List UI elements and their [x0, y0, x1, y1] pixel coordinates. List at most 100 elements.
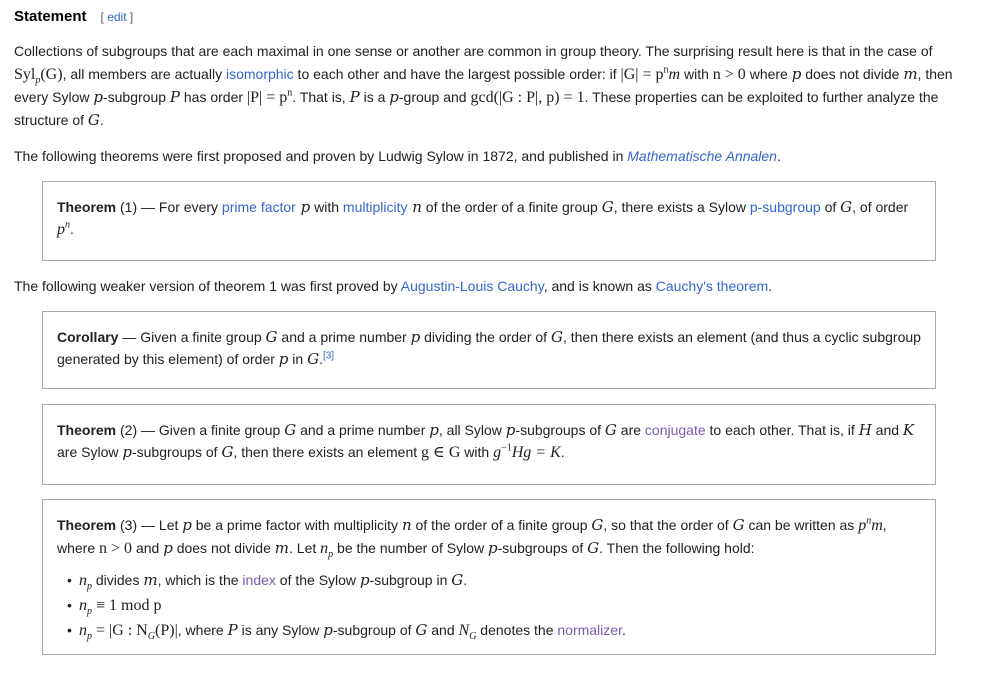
link-p-subgroup[interactable]: p-subgroup	[750, 199, 821, 215]
text: , all Sylow	[438, 422, 506, 438]
text: -group and	[398, 89, 471, 105]
var-p: p	[791, 65, 802, 83]
text: , which is the	[157, 572, 243, 588]
var-G: G	[732, 516, 745, 534]
theorem-label: Theorem	[57, 199, 117, 215]
var-m: m	[274, 539, 290, 557]
theorem-2-text: Theorem (2) — Given a finite group G and…	[57, 419, 921, 464]
var-G: G	[451, 571, 464, 589]
text: where	[745, 66, 792, 82]
text: and	[132, 540, 164, 556]
var-p: p	[410, 328, 421, 346]
text: and a prime number	[296, 422, 430, 438]
text: with	[680, 66, 713, 82]
link-mathematische-annalen[interactable]: Mathematische Annalen	[627, 148, 777, 164]
text: -subgroup	[102, 89, 170, 105]
var-G: G	[604, 421, 617, 439]
text: has order	[180, 89, 247, 105]
text: of the Sylow	[275, 572, 360, 588]
section-heading-row: Statement [ edit ]	[14, 8, 133, 25]
link-multiplicity[interactable]: multiplicity	[343, 199, 408, 215]
text: dividing the order of	[420, 329, 551, 345]
reference-3: [3]	[323, 350, 334, 361]
text: -subgroups of	[515, 422, 605, 438]
var-n: n	[401, 516, 412, 534]
var-m: m	[143, 571, 158, 589]
math-syl: Sylp(G)	[14, 66, 63, 86]
math-order-main: |G| = p	[620, 66, 664, 83]
link-conjugate[interactable]: conjugate	[645, 422, 706, 438]
text: .	[560, 444, 565, 460]
math-n-gt-0: n > 0	[99, 540, 133, 557]
link-index[interactable]: index	[242, 572, 275, 588]
text: be the number of Sylow	[333, 540, 489, 556]
var-p: p	[295, 198, 311, 216]
text: The following theorems were first propos…	[14, 148, 628, 164]
theorem-label: Theorem	[57, 422, 117, 438]
math-inverse: −1	[501, 442, 512, 454]
math-pn: pn	[57, 220, 70, 238]
var-p: p	[505, 421, 516, 439]
link-cauchy[interactable]: Augustin-Louis Cauchy	[401, 278, 544, 294]
math-syl-arg: (G)	[40, 66, 63, 83]
text: (2) — Given a finite group	[116, 422, 285, 438]
text: does not divide	[172, 540, 275, 556]
corollary-text: Corollary — Given a finite group G and a…	[57, 326, 921, 370]
math-np-base: n	[79, 572, 87, 589]
theorem-3-list: np divides m, which is the index of the …	[57, 568, 921, 643]
math-g: g	[493, 444, 502, 461]
math-HgK: Hg = K	[511, 444, 561, 461]
var-H: H	[858, 421, 872, 439]
link-normalizer[interactable]: normalizer	[557, 622, 622, 638]
list-item: np divides m, which is the index of the …	[67, 568, 921, 593]
text: , of order	[852, 199, 909, 215]
link-cauchys-theorem[interactable]: Cauchy's theorem	[656, 278, 768, 294]
var-n: n	[407, 198, 422, 216]
text: are	[616, 422, 645, 438]
reference-link[interactable]: [3]	[323, 350, 334, 361]
var-G: G	[87, 111, 100, 129]
text: denotes the	[476, 622, 558, 638]
var-G: G	[587, 539, 600, 557]
text: Collections of subgroups that are each m…	[14, 43, 933, 59]
history-paragraph: The following theorems were first propos…	[14, 145, 966, 168]
text: of	[820, 199, 841, 215]
var-p: p	[182, 516, 192, 534]
var-p: p	[389, 88, 399, 106]
math-np-base: n	[320, 540, 329, 557]
cauchy-paragraph: The following weaker version of theorem …	[14, 275, 966, 298]
math-index: = |G : N	[92, 622, 148, 639]
link-isomorphic[interactable]: isomorphic	[226, 66, 294, 82]
text: , where	[177, 622, 228, 638]
text: (3) — Let	[116, 517, 183, 533]
var-m: m	[903, 65, 918, 83]
text: .	[768, 278, 773, 294]
theorem-2-box: Theorem (2) — Given a finite group G and…	[42, 404, 936, 485]
math-pn-base: p	[57, 221, 65, 238]
text: in	[288, 351, 308, 367]
text: . Let	[289, 540, 321, 556]
math-pnm-base: p	[858, 517, 867, 534]
var-p: p	[323, 621, 333, 639]
math-N: N	[458, 622, 470, 639]
link-prime-factor[interactable]: prime factor	[222, 199, 296, 215]
text: is a	[359, 89, 390, 105]
math-P-main: |P| = p	[246, 89, 288, 106]
var-G: G	[265, 328, 278, 346]
math-n: n > 0	[712, 66, 746, 83]
var-G: G	[591, 516, 604, 534]
math-pnm-tail: m	[871, 517, 883, 534]
edit-link[interactable]: edit	[107, 10, 126, 24]
text: with	[460, 444, 494, 460]
corollary-box: Corollary — Given a finite group G and a…	[42, 311, 936, 389]
text: divides	[92, 572, 144, 588]
var-p: p	[488, 539, 498, 557]
text: . Then the following hold:	[599, 540, 755, 556]
math-np: np	[79, 572, 92, 592]
text: be a prime factor with multiplicity	[191, 517, 402, 533]
var-P: P	[349, 88, 360, 106]
text: .	[70, 221, 74, 237]
text: and	[427, 622, 459, 638]
theorem-label: Theorem	[57, 517, 117, 533]
math-np-base: n	[79, 597, 87, 614]
